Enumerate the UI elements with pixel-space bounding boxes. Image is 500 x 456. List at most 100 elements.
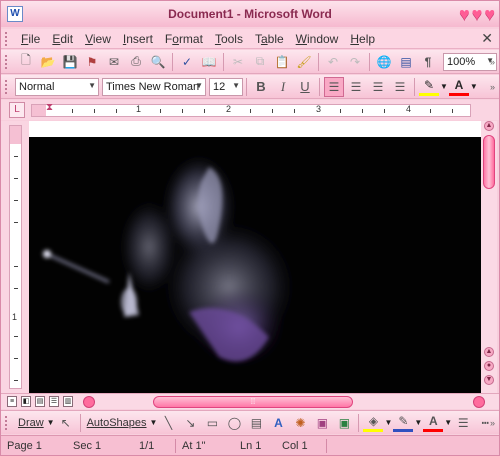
previous-page-icon[interactable]: ▲ (484, 347, 494, 357)
close-heart-icon[interactable]: ♥ (484, 4, 495, 24)
next-page-icon[interactable]: ▼ (484, 375, 494, 385)
diagram-icon[interactable]: ✺ (290, 413, 310, 433)
document-map-icon[interactable]: ▤ (396, 52, 416, 72)
italic-button[interactable]: I (273, 77, 293, 97)
print-preview-icon[interactable]: 🔍 (148, 52, 168, 72)
close-document-icon[interactable]: ✕ (481, 30, 493, 47)
toolbar-grip-icon[interactable] (5, 54, 11, 69)
menu-tools[interactable]: Tools (209, 32, 249, 46)
draw-font-color-icon[interactable]: A (423, 414, 444, 432)
maximize-heart-icon[interactable]: ♥ (472, 4, 483, 24)
undo-icon[interactable]: ↶ (323, 52, 343, 72)
title-bar: W Document1 - Microsoft Word ♥ ♥ ♥ (1, 1, 499, 27)
underline-button[interactable]: U (295, 77, 315, 97)
menu-insert[interactable]: Insert (117, 32, 159, 46)
save-icon[interactable]: 💾 (60, 52, 80, 72)
redo-icon[interactable]: ↷ (345, 52, 365, 72)
vertical-scroll-thumb[interactable] (483, 135, 495, 189)
zoom-select[interactable]: 100% ▼ (443, 52, 497, 71)
cut-icon[interactable]: ✂ (228, 52, 248, 72)
align-right-icon[interactable]: ☰ (368, 77, 388, 97)
spelling-icon[interactable]: ✓ (177, 52, 197, 72)
vertical-ruler[interactable]: 1 (9, 125, 22, 389)
arrow-icon[interactable]: ↘ (180, 413, 200, 433)
horizontal-ruler[interactable]: ⧗ 1 2 3 4 (31, 102, 471, 117)
autoshapes-menu-button[interactable]: AutoShapes (84, 417, 150, 429)
document-image[interactable] (29, 137, 481, 393)
toolbar-separator (319, 77, 320, 96)
picture-icon[interactable]: ▣ (334, 413, 354, 433)
scroll-right-icon[interactable] (473, 396, 485, 408)
toolbar-grip-icon[interactable] (5, 79, 11, 94)
menu-help[interactable]: Help (344, 32, 381, 46)
ruler-label: 4 (406, 104, 412, 114)
chevron-down-icon[interactable]: ▼ (384, 418, 392, 427)
align-center-icon[interactable]: ☰ (346, 77, 366, 97)
chevron-down-icon[interactable]: ▼ (444, 418, 452, 427)
ruler-tick (340, 109, 341, 113)
text-box-icon[interactable]: ▤ (246, 413, 266, 433)
chevron-down-icon[interactable]: ▼ (440, 82, 448, 91)
show-formatting-icon[interactable]: ¶ (418, 52, 438, 72)
menu-edit[interactable]: Edit (46, 32, 79, 46)
paste-icon[interactable]: 📋 (272, 52, 292, 72)
chevron-down-icon: ▼ (46, 418, 55, 427)
wordart-icon[interactable]: A (268, 413, 288, 433)
horizontal-scroll-thumb[interactable]: ⁞⁞ (153, 396, 353, 408)
format-painter-icon[interactable]: 🖌 (294, 52, 314, 72)
menu-format[interactable]: Format (159, 32, 209, 46)
toolbar-options-icon[interactable]: » (490, 82, 495, 92)
copy-icon[interactable]: ⧉ (250, 52, 270, 72)
print-icon[interactable]: ⎙ (126, 52, 146, 72)
vertical-scrollbar[interactable]: ▲ ▲ ● ▼ (481, 121, 497, 393)
print-layout-icon[interactable]: ▤ (35, 396, 45, 407)
chevron-down-icon[interactable]: ▼ (414, 418, 422, 427)
highlight-icon[interactable]: ✎ (419, 78, 439, 96)
hyperlink-icon[interactable]: 🌐 (374, 52, 394, 72)
toolbar-options-icon[interactable]: » (490, 57, 495, 67)
menu-view[interactable]: View (79, 32, 117, 46)
scroll-up-icon[interactable]: ▲ (484, 121, 494, 131)
oval-icon[interactable]: ◯ (224, 413, 244, 433)
toolbar-separator (246, 77, 247, 96)
menu-grip-icon[interactable] (5, 31, 11, 46)
indent-marker-icon[interactable]: ⧗ (46, 102, 53, 113)
clip-art-icon[interactable]: ▣ (312, 413, 332, 433)
scroll-left-icon[interactable] (83, 396, 95, 408)
permission-icon[interactable]: ⚑ (82, 52, 102, 72)
bold-button[interactable]: B (251, 77, 271, 97)
rectangle-icon[interactable]: ▭ (202, 413, 222, 433)
status-separator (326, 438, 327, 453)
select-browse-object-icon[interactable]: ● (484, 361, 494, 371)
align-left-icon[interactable]: ☰ (324, 76, 344, 97)
menu-window[interactable]: Window (290, 32, 345, 46)
font-color-icon[interactable]: A (448, 78, 469, 96)
line-icon[interactable]: ╲ (158, 413, 178, 433)
menu-table[interactable]: Table (249, 32, 290, 46)
line-style-icon[interactable]: ☰ (453, 413, 473, 433)
reading-layout-icon[interactable]: ▥ (63, 396, 73, 407)
toolbar-grip-icon[interactable] (5, 415, 11, 430)
email-icon[interactable]: ✉ (104, 52, 124, 72)
research-icon[interactable]: 📖 (199, 52, 219, 72)
fill-color-icon[interactable]: ◈ (363, 414, 384, 432)
minimize-heart-icon[interactable]: ♥ (459, 4, 470, 24)
toolbar-options-icon[interactable]: » (490, 418, 495, 428)
font-size-select[interactable]: 12 ▼ (209, 77, 243, 96)
outline-view-icon[interactable]: ☰ (49, 396, 59, 407)
web-layout-icon[interactable]: ◧ (21, 396, 31, 407)
open-icon[interactable]: 📂 (38, 52, 58, 72)
ruler-tick (72, 109, 73, 113)
chevron-down-icon[interactable]: ▼ (470, 82, 478, 91)
normal-view-icon[interactable]: ≡ (7, 396, 17, 407)
style-select[interactable]: Normal ▼ (15, 77, 99, 96)
justify-icon[interactable]: ☰ (390, 77, 410, 97)
draw-menu-button[interactable]: Draw (15, 417, 47, 429)
line-color-icon[interactable]: ✎ (393, 414, 414, 432)
new-icon[interactable]: 🗋 (16, 52, 36, 72)
horizontal-ruler-row: L ⧗ 1 2 3 4 (1, 100, 499, 120)
tab-selector-icon[interactable]: L (9, 102, 25, 118)
menu-file[interactable]: File (15, 32, 46, 46)
select-objects-icon[interactable]: ↖ (56, 413, 76, 433)
font-select[interactable]: Times New Roman ▼ (102, 77, 206, 96)
